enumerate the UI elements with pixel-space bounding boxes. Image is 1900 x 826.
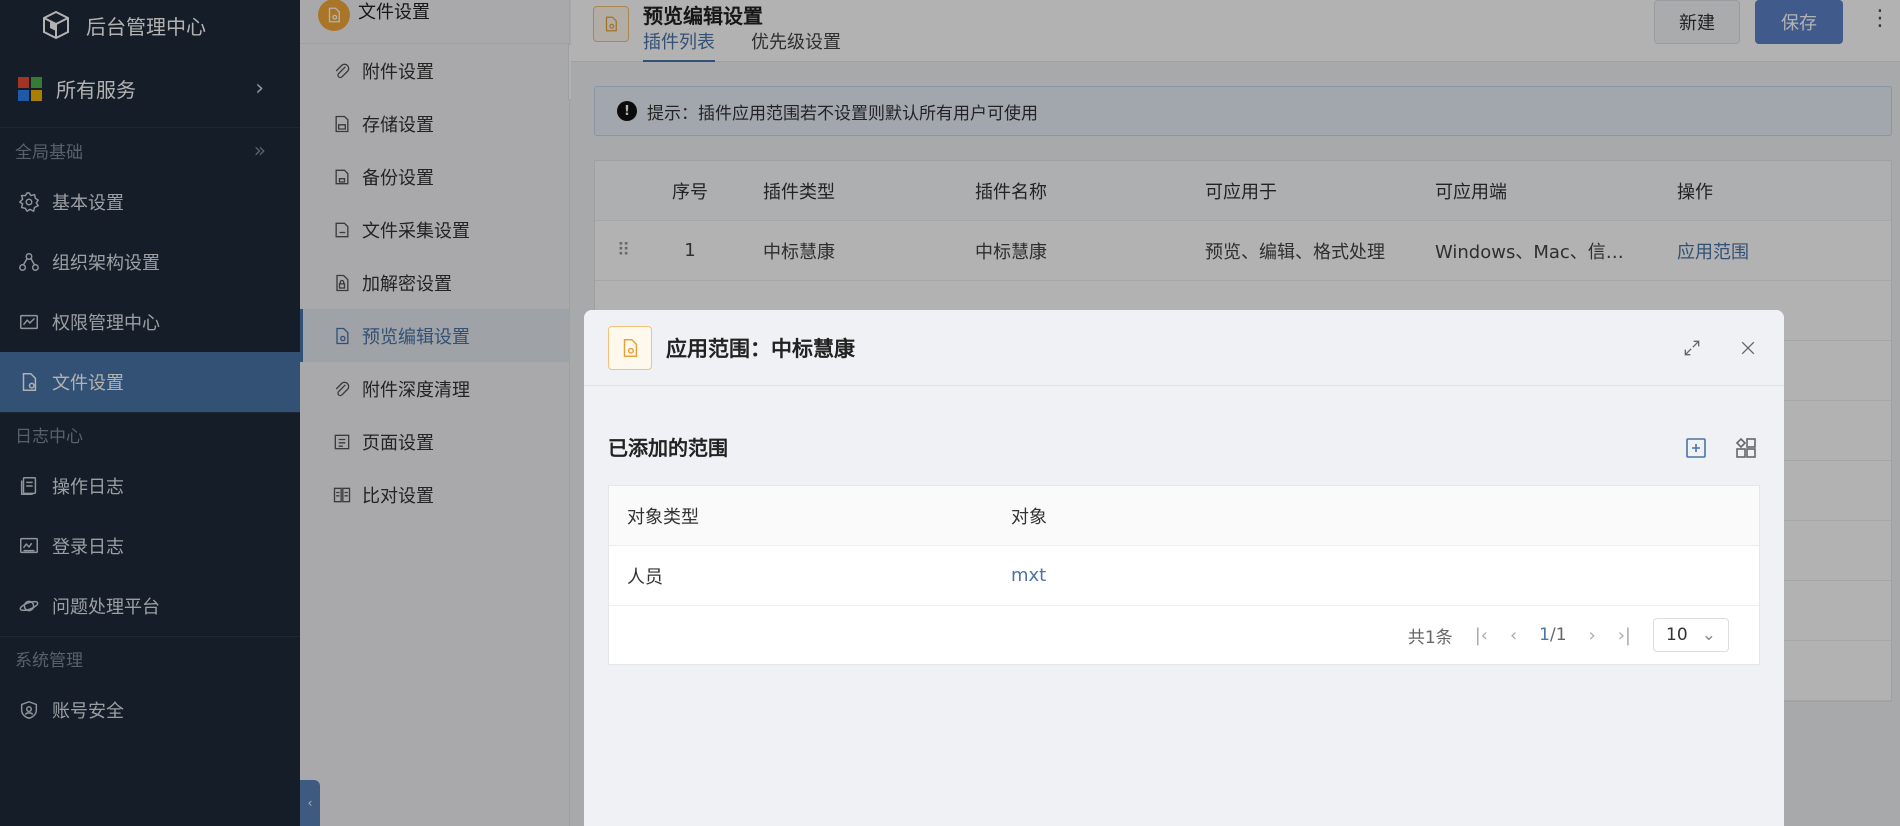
last-page-icon[interactable]: ›|: [1618, 625, 1631, 646]
prev-page-icon[interactable]: ‹: [1510, 625, 1517, 646]
first-page-icon[interactable]: |‹: [1475, 625, 1488, 646]
add-icon[interactable]: [1684, 436, 1708, 460]
close-icon[interactable]: [1738, 338, 1758, 358]
modal-header: 应用范围：中标慧康: [584, 310, 1784, 386]
batch-icon[interactable]: [1734, 436, 1758, 460]
modal-file-icon: [608, 325, 652, 370]
apply-scope-modal: 应用范围：中标慧康 已添加的范围 对象类型 对象 人员 mxt 共1条 |‹ ‹…: [584, 310, 1784, 826]
section-tools: [1684, 436, 1758, 460]
table-row: 人员 mxt: [609, 546, 1759, 606]
modal-title: 应用范围：中标慧康: [666, 336, 855, 361]
chevron-down-icon: ⌄: [1701, 625, 1716, 645]
pager-current: 1/1: [1539, 625, 1567, 645]
modal-tools: [1682, 338, 1758, 358]
expand-icon[interactable]: [1682, 338, 1702, 358]
scope-object-link[interactable]: mxt: [1011, 565, 1046, 586]
page-size-select[interactable]: 10 ⌄: [1653, 618, 1729, 652]
scope-table: 对象类型 对象 人员 mxt 共1条 |‹ ‹ 1/1 › ›| 10 ⌄: [608, 485, 1760, 665]
pagination: 共1条 |‹ ‹ 1/1 › ›| 10 ⌄: [609, 606, 1759, 664]
scope-table-header: 对象类型 对象: [609, 486, 1759, 546]
pager-total: 共1条: [1407, 627, 1453, 648]
section-title: 已添加的范围: [608, 435, 728, 460]
next-page-icon[interactable]: ›: [1589, 625, 1596, 646]
